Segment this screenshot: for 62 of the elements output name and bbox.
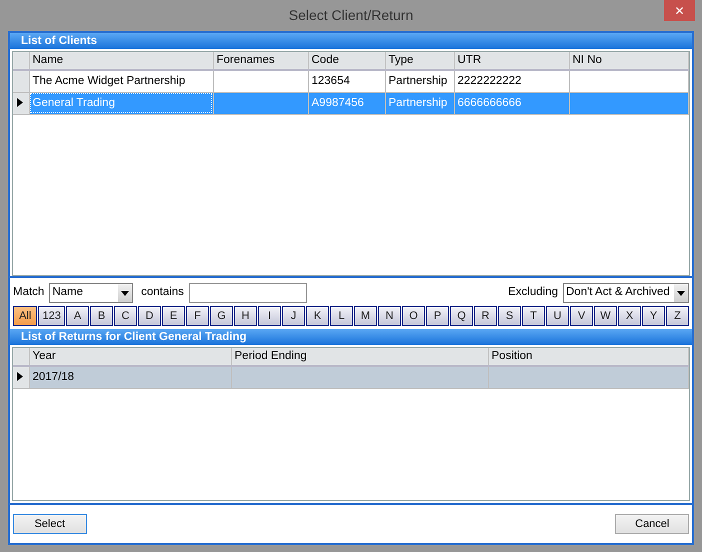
caret-icon [677,290,685,296]
column-header[interactable]: Year [29,348,231,366]
letter-filter-button[interactable]: O [402,306,425,326]
letter-filter-button[interactable]: I [258,306,281,326]
letter-filter-button[interactable]: Z [666,306,689,326]
letter-filter-button[interactable]: E [162,306,185,326]
letter-filter-button[interactable]: B [90,306,113,326]
dialog-button[interactable]: Cancel [615,514,690,534]
column-header[interactable]: NI No [569,52,688,70]
excluding-label: Excluding [508,285,558,300]
table-cell: 123654 [308,70,385,92]
table-cell: A9987456 [308,92,385,114]
column-header[interactable]: UTR [454,52,569,70]
letter-filter-button[interactable]: A [66,306,89,326]
table-cell: The Acme Widget Partnership [29,70,213,92]
letter-filter-button[interactable]: M [354,306,377,326]
letter-filter-button[interactable]: X [618,306,641,326]
column-header[interactable]: Position [488,348,688,366]
close-button[interactable]: ✕ [664,0,695,21]
panel-header: List of Clients [10,33,692,49]
column-header[interactable]: Type [385,52,454,70]
row-pointer-icon [17,98,23,108]
table-cell: Partnership [385,70,454,92]
letter-filter-button[interactable]: L [330,306,353,326]
letter-filter-button[interactable]: S [498,306,521,326]
panel-header: List of Returns for Client General Trading [10,328,692,345]
column-header[interactable]: Period Ending [231,348,488,366]
column-header[interactable]: Name [29,52,213,70]
table-cell: General Trading [29,92,213,114]
letter-filter-button[interactable]: H [234,306,257,326]
excluding-dropdown[interactable]: Don't Act & Archived [563,283,689,303]
letter-filter-button[interactable]: G [210,306,233,326]
column-header[interactable]: Code [308,52,385,70]
letter-filter-button[interactable]: F [186,306,209,326]
caret-icon [121,290,130,296]
dialog-button[interactable]: Select [12,514,87,534]
contains-label: contains [141,285,184,300]
match-label: Match [13,285,44,300]
letter-filter-button[interactable]: V [570,306,593,326]
letter-filter-button[interactable]: U [546,306,569,326]
letter-filter-button[interactable]: All [13,306,38,326]
window-title: Select Client/Return [288,6,414,25]
table-cell: Partnership [385,92,454,114]
letter-filter-button[interactable]: C [114,306,137,326]
contains-field[interactable] [188,283,307,303]
letter-filter-button[interactable]: D [138,306,161,326]
table-cell: 6666666666 [454,92,569,114]
letter-filter-button[interactable]: W [594,306,617,326]
letter-filter-button[interactable]: Y [642,306,665,326]
table-cell: 2222222222 [454,70,569,92]
letter-filter-button[interactable]: R [474,306,497,326]
letter-filter-button[interactable]: J [282,306,305,326]
letter-filter-button[interactable]: T [522,306,545,326]
letter-filter-button[interactable]: Q [450,306,473,326]
table-cell: 2017/18 [29,366,231,388]
letter-filter-button[interactable]: N [378,306,401,326]
letter-filter-button[interactable]: 123 [38,306,65,326]
match-dropdown[interactable]: Name [49,283,134,303]
column-header[interactable]: Forenames [213,52,308,70]
letter-filter-button[interactable]: K [306,306,329,326]
letter-filter-button[interactable]: P [426,306,449,326]
row-pointer-icon [17,372,23,382]
